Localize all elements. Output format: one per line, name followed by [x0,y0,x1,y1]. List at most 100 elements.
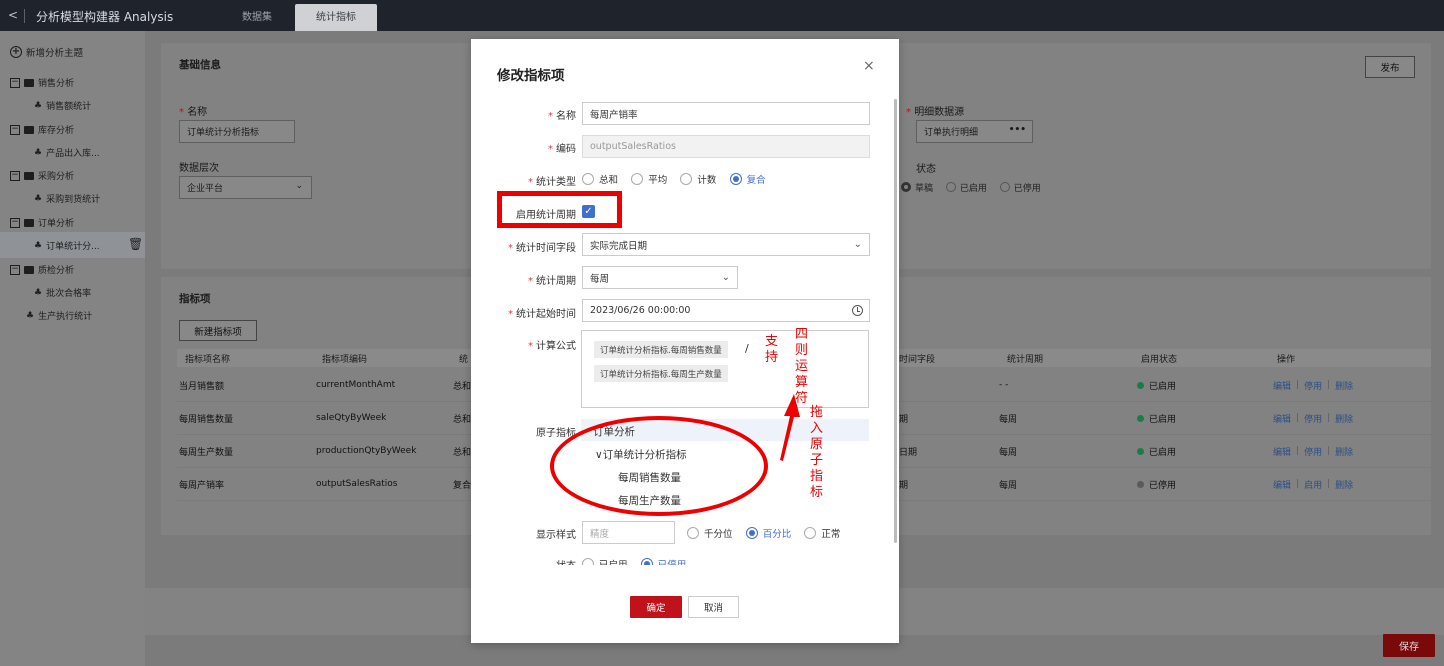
indicators-title: 指标项 [179,293,211,305]
formula-tag[interactable]: 订单统计分析指标.每周生产数量 [594,365,728,382]
edit-link[interactable]: 编辑 [1273,445,1291,458]
status-disabled-radio[interactable]: 已停用 [999,182,1041,194]
back-icon[interactable]: < [8,8,18,22]
status-dot-icon [1137,414,1144,422]
edit-link[interactable]: 编辑 [1273,379,1291,392]
row-ops: 编辑 | 停用 | 删除 [1273,379,1354,392]
toggle-link[interactable]: 停用 [1304,379,1322,392]
row-status: 已启用 [1137,435,1176,467]
row-name: 当月销售额 [179,381,225,392]
precision-input[interactable]: 精度 [582,521,675,544]
edit-link[interactable]: 编辑 [1273,412,1291,425]
tree-item-purchase-stat[interactable]: ♣ 采购到货统计 [34,192,100,206]
start-time-label: * 统计起始时间 [508,309,576,320]
toggle-link[interactable]: 停用 [1304,445,1322,458]
row-status: 已停用 [1137,468,1176,500]
type-count-radio[interactable]: 计数 [680,172,716,186]
tree-item-order-stat[interactable]: ♣ 订单统计分... [34,239,100,253]
row-time-field: 期 [899,480,909,491]
delete-link[interactable]: 删除 [1335,379,1353,392]
tree-group-inventory[interactable]: − 库存分析 [10,123,74,136]
row-name: 每周产销率 [179,480,225,491]
tree-group-quality[interactable]: − 质检分析 [10,263,74,276]
chevron-down-icon: ⌄ [721,272,730,283]
edit-link[interactable]: 编辑 [1273,478,1291,491]
publish-button[interactable]: 发布 [1365,56,1415,78]
status-enabled-radio[interactable]: 已启用 [945,182,987,194]
tree-group-label: 质检分析 [38,266,75,276]
more-icon[interactable]: ••• [1009,125,1026,135]
collapse-icon[interactable]: − [10,264,20,275]
confirm-button[interactable]: 确定 [630,596,682,618]
formula-editor[interactable]: 订单统计分析指标.每周销售数量 / 订单统计分析指标.每周生产数量 [581,330,869,408]
delete-link[interactable]: 删除 [1335,412,1353,425]
level-select[interactable]: 企业平台 ⌄ [179,176,312,199]
type-avg-radio[interactable]: 平均 [631,172,667,186]
new-topic-button[interactable]: + 新增分析主题 [10,45,83,59]
top-bar: < 分析模型构建器 Analysis 数据集 统计指标 [0,0,1444,31]
annotation-arrow-icon [780,394,800,461]
cancel-button[interactable]: 取消 [688,596,739,618]
clock-icon [852,305,863,316]
col-ops: 操作 [1277,354,1296,365]
formula-tag[interactable]: 订单统计分析指标.每周销售数量 [594,341,728,358]
formula-label: * 计算公式 [528,341,576,352]
collapse-icon[interactable]: − [10,217,20,228]
atomic-label: 原子指标 [536,428,576,439]
dialog-title: 修改指标项 [497,68,565,84]
row-time-field: 期 [899,414,909,425]
indicator-icon: ♣ [34,287,43,298]
tree-group-label: 销售分析 [38,79,75,89]
name-field[interactable]: 订单统计分析指标 [179,120,295,143]
tree-group-order[interactable]: − 订单分析 [10,216,74,229]
col-code: 指标项编码 [322,354,368,365]
display-percent-radio[interactable]: 百分比 [745,526,791,540]
save-button[interactable]: 保存 [1383,634,1435,657]
col-status: 启用状态 [1141,354,1178,365]
new-indicator-button[interactable]: 新建指标项 [179,320,257,341]
row-period: 每周 [999,447,1018,458]
tree-item-inventory-stat[interactable]: ♣ 产品出入库... [34,146,100,160]
tree-group-sales[interactable]: − 销售分析 [10,76,74,89]
dialog-status-disabled-radio[interactable]: 已停用 [640,557,686,565]
collapse-icon[interactable]: − [10,77,20,88]
dialog-status-enabled-radio[interactable]: 已启用 [582,557,628,565]
sidebar: + 新增分析主题 − 销售分析 ♣ 销售额统计 − 库存分析 ♣ 产品出入库..… [0,31,145,666]
tree-group-purchase[interactable]: − 采购分析 [10,169,74,182]
type-sum-radio[interactable]: 总和 [582,172,618,186]
tree-item-quality-stat[interactable]: ♣ 批次合格率 [34,286,92,300]
tree-item-production[interactable]: ♣ 生产执行统计 [26,309,92,323]
row-type: 复合 [453,480,472,491]
period-select[interactable]: 每周 ⌄ [582,266,738,289]
app-title: 分析模型构建器 Analysis [36,10,174,24]
delete-link[interactable]: 删除 [1335,445,1353,458]
tab-dataset[interactable]: 数据集 [222,4,292,31]
display-thousands-radio[interactable]: 千分位 [687,526,733,540]
start-time-picker[interactable]: 2023/06/26 00:00:00 [582,299,870,322]
delete-link[interactable]: 删除 [1335,478,1353,491]
name-input[interactable]: 每周产销率 [582,102,870,125]
indicator-icon: ♣ [26,310,35,321]
indicator-icon: ♣ [34,240,43,251]
delete-icon[interactable]: 🗑 [128,237,143,251]
tree-item-label: 批次合格率 [46,289,92,299]
tree-group-label: 库存分析 [38,126,75,136]
col-name: 指标项名称 [185,354,231,365]
collapse-icon[interactable]: − [10,124,20,135]
tab-indicators[interactable]: 统计指标 [295,4,377,31]
time-field-select[interactable]: 实际完成日期 ⌄ [582,233,870,256]
row-period: - - [999,380,1009,390]
type-composite-radio[interactable]: 复合 [729,172,766,186]
status-dot-icon [1137,381,1144,389]
scrollbar[interactable] [894,99,897,543]
row-period: 每周 [999,414,1018,425]
detail-source-field[interactable]: 订单执行明细 ••• [916,120,1033,143]
close-icon[interactable]: × [863,58,875,74]
display-normal-radio[interactable]: 正常 [804,526,840,540]
collapse-icon[interactable]: − [10,170,20,181]
tree-item-sales-stat[interactable]: ♣ 销售额统计 [34,99,91,113]
toggle-link[interactable]: 启用 [1304,478,1322,491]
toggle-link[interactable]: 停用 [1304,412,1322,425]
status-draft-radio[interactable]: 草稿 [901,182,933,194]
col-period: 统计周期 [1007,354,1044,365]
